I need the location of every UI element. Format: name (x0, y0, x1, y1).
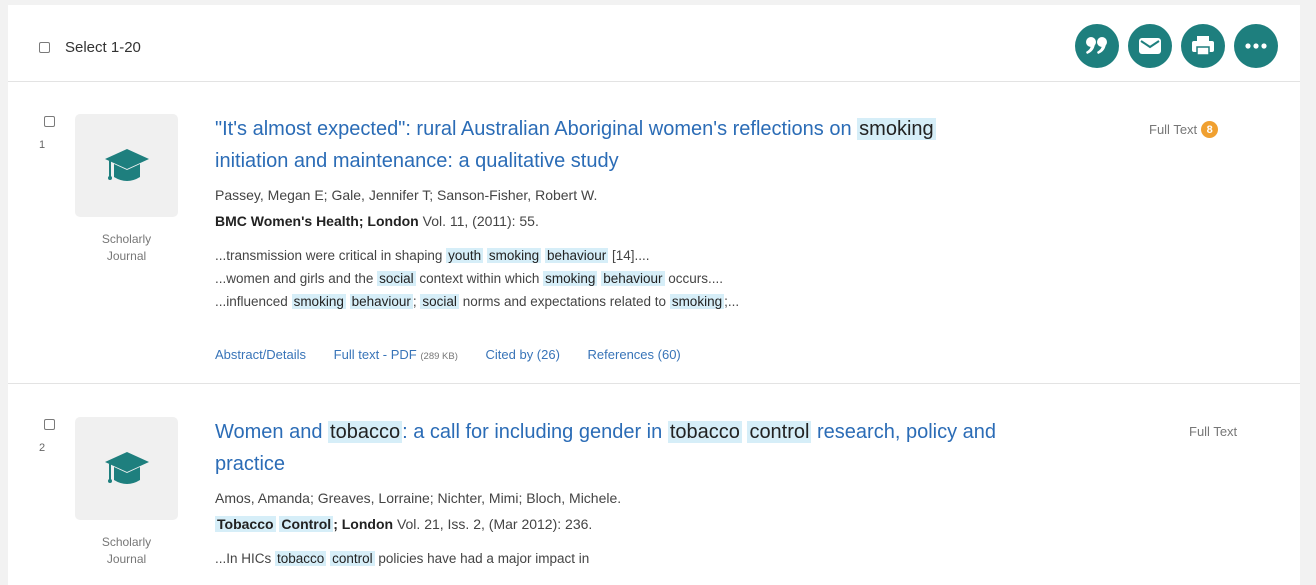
full-text-indicator[interactable]: Full Text 8 (1149, 121, 1219, 138)
envelope-icon (1139, 38, 1161, 54)
result-authors: Amos, Amanda; Greaves, Lorraine; Nichter… (215, 490, 622, 506)
result-snippet-line: ...transmission were critical in shaping… (215, 248, 650, 263)
more-options-button[interactable] (1234, 24, 1278, 68)
document-type: Scholarly Journal (101, 232, 152, 263)
result-checkbox[interactable] (44, 116, 55, 127)
select-all-checkbox[interactable] (39, 42, 50, 53)
references-link[interactable]: References (60) (588, 347, 681, 362)
result-thumbnail[interactable] (75, 114, 178, 217)
result-snippet-line: ...influenced smoking behaviour; social … (215, 294, 740, 309)
result-links: Abstract/Details Full text - PDF (289 KB… (215, 347, 705, 362)
full-text-indicator[interactable]: Full Text (1189, 424, 1237, 439)
result-authors: Passey, Megan E; Gale, Jennifer T; Sanso… (215, 187, 598, 203)
result-item: 2 Scholarly Journal Women and tobacco: a… (8, 384, 1300, 584)
abstract-details-link[interactable]: Abstract/Details (215, 347, 306, 362)
ellipsis-icon (1245, 43, 1267, 49)
cite-button[interactable] (1075, 24, 1119, 68)
results-panel: Select 1-20 1 Scholarly Journal "It's al… (8, 5, 1300, 585)
result-title-link[interactable]: Women and tobacco: a call for including … (215, 416, 1135, 480)
result-snippet-line: ...women and girls and the social contex… (215, 271, 724, 286)
cited-by-link[interactable]: Cited by (26) (486, 347, 560, 362)
graduation-cap-icon (104, 451, 149, 484)
result-source: BMC Women's Health; London Vol. 11, (201… (215, 213, 539, 229)
result-thumbnail[interactable] (75, 417, 178, 520)
result-number: 2 (39, 442, 46, 454)
result-checkbox[interactable] (44, 419, 55, 430)
result-source: Tobacco Control; London Vol. 21, Iss. 2,… (215, 516, 593, 532)
printer-icon (1192, 36, 1214, 56)
quote-icon (1086, 37, 1107, 54)
results-toolbar: Select 1-20 (8, 5, 1300, 82)
result-title-link[interactable]: "It's almost expected": rural Australian… (215, 113, 1135, 177)
result-snippet-line: ...In HICs tobacco control policies have… (215, 551, 590, 566)
full-text-pdf-link[interactable]: Full text - PDF (289 KB) (334, 347, 458, 362)
full-text-badge-icon: 8 (1201, 121, 1219, 138)
graduation-cap-icon (104, 148, 149, 181)
result-item: 1 Scholarly Journal "It's almost expecte… (8, 81, 1300, 384)
select-all-label[interactable]: Select 1-20 (65, 39, 141, 56)
print-button[interactable] (1181, 24, 1225, 68)
document-type: Scholarly Journal (101, 535, 152, 566)
email-button[interactable] (1128, 24, 1172, 68)
result-number: 1 (39, 139, 46, 151)
